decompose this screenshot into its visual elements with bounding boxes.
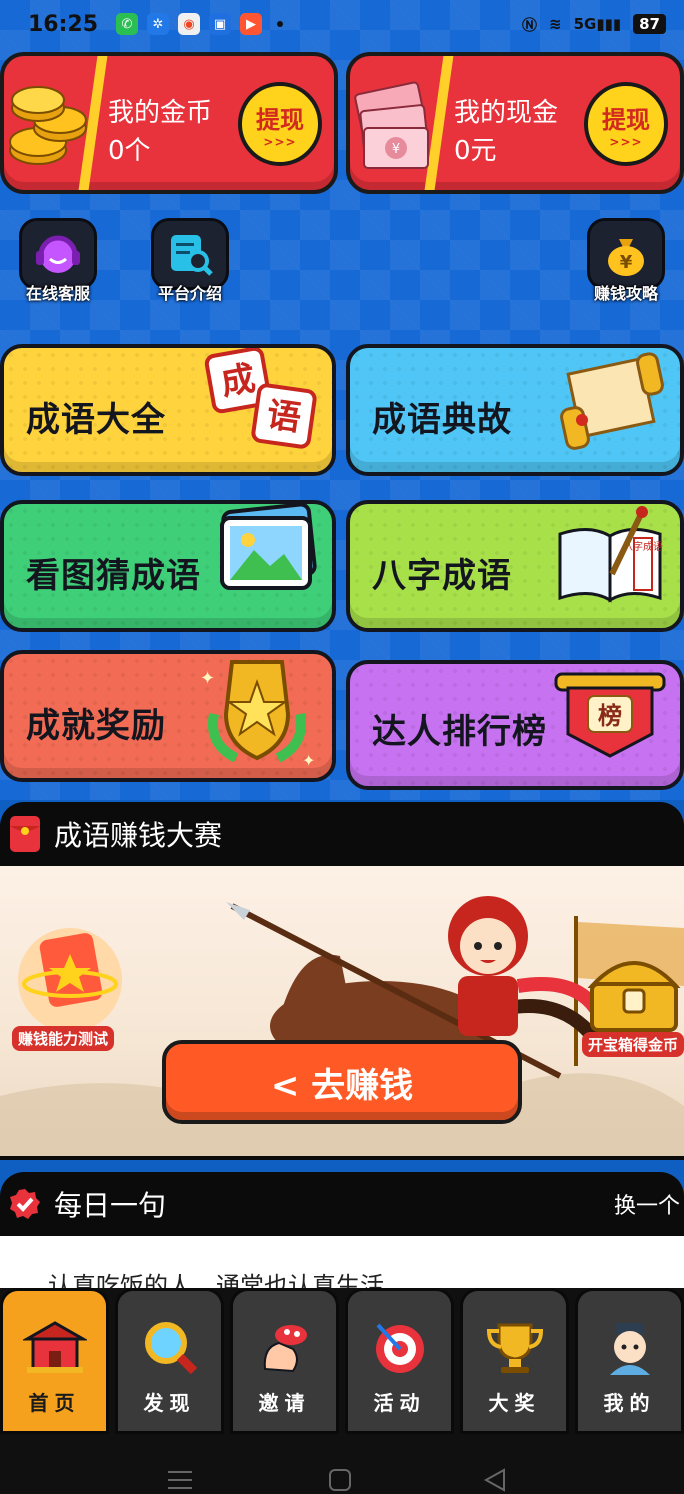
hand-mushroom-icon — [263, 1325, 307, 1373]
nav-activity-label: 活动 — [373, 1391, 426, 1415]
idiom-char-1: 成 — [218, 358, 258, 403]
palace-icon — [22, 1321, 87, 1373]
home-system-icon — [329, 1469, 351, 1491]
refresh-quote-button[interactable]: 换一个 — [614, 1188, 680, 1220]
menu-icon — [168, 1471, 192, 1489]
nav-prize-label: 大奖 — [488, 1391, 541, 1415]
system-nav-icons — [168, 1468, 505, 1492]
notification-dot-icon — [277, 21, 283, 27]
system-nav-bar — [0, 1438, 684, 1494]
coins-label: 我的金币 — [108, 98, 213, 128]
tile-label: 成语典故 — [372, 400, 512, 440]
network-type: 5G — [573, 15, 597, 33]
scroll-icon — [560, 352, 664, 450]
treasure-chest-tag[interactable]: 开宝箱得金币 — [582, 1032, 684, 1057]
contest-title: 成语赚钱大赛 — [54, 819, 223, 852]
cash-card[interactable]: ¥ 我的现金 0元 提现 >>> — [346, 52, 684, 194]
tile-label: 成语大全 — [26, 400, 166, 440]
signal-icon: 5G▮▮▮ — [573, 15, 622, 33]
status-bar: 16:25 ✆ ✲ ◉ ▣ ▶ Ⓝ ≋ 5G▮▮▮ 87 — [0, 0, 684, 48]
picture-icon — [220, 504, 317, 590]
earning-strategy-label: 赚钱攻略 — [593, 284, 658, 303]
coins-card[interactable]: 我的金币 0个 提现 >>> — [0, 52, 338, 194]
tile-label: 达人排行榜 — [372, 712, 547, 752]
sparkle-icon: ✦ — [302, 751, 315, 770]
bottom-navigation: 首页 发现 邀请 活动 大奖 我的 — [0, 1288, 684, 1438]
back-system-icon — [483, 1468, 505, 1492]
tile-idiom-collection[interactable]: 成语大全 成 语 — [0, 344, 336, 476]
tile-label: 看图猜成语 — [26, 556, 201, 596]
contest-banner: 赚钱能力测试 开宝箱得金币 < 去赚钱 — [0, 866, 684, 1160]
tile-eight-char-idioms[interactable]: 八字成语 八字成语 — [346, 500, 684, 632]
coins-withdraw-button[interactable]: 提现 >>> — [238, 82, 322, 166]
nav-prize[interactable]: 大奖 — [460, 1288, 569, 1434]
nav-discover-label: 发现 — [143, 1391, 196, 1415]
cash-symbol: ¥ — [392, 142, 400, 157]
idiom-blocks-icon: 成 语 — [204, 348, 317, 449]
tile-achievement-rewards[interactable]: 成就奖励 ✦ ✦ — [0, 650, 336, 782]
scholar-avatar-icon — [609, 1323, 650, 1375]
check-badge-icon — [10, 1189, 40, 1219]
rank-badge-text: 榜 — [598, 702, 622, 730]
wifi-icon: ≋ — [549, 15, 562, 33]
cash-withdraw-button[interactable]: 提现 >>> — [584, 82, 668, 166]
earning-strategy-button[interactable]: ¥ 赚钱攻略 — [586, 218, 666, 304]
status-time: 16:25 — [28, 11, 99, 37]
nfc-icon: Ⓝ — [522, 15, 538, 34]
withdraw-arrows: >>> — [263, 134, 297, 149]
online-service-label: 在线客服 — [25, 284, 90, 303]
contest-header: 成语赚钱大赛 — [0, 802, 684, 866]
daily-quote-body: 认真吃饭的人，通常也认真生活 — [0, 1236, 684, 1296]
nav-activity[interactable]: 活动 — [345, 1288, 454, 1434]
news-app-icon: ▣ — [209, 13, 231, 35]
platform-intro-label: 平台介绍 — [157, 284, 222, 303]
go-earn-button[interactable]: < 去赚钱 — [162, 1040, 522, 1124]
trophy-icon — [486, 1323, 543, 1373]
withdraw-label: 提现 — [602, 105, 650, 134]
nav-home-label: 首页 — [28, 1391, 81, 1415]
nav-invite-label: 邀请 — [258, 1391, 311, 1415]
wechat-icon: ✆ — [116, 13, 138, 35]
nav-discover[interactable]: 发现 — [115, 1288, 224, 1434]
withdraw-arrows: >>> — [609, 134, 643, 149]
pinwheel-app-icon: ✲ — [147, 13, 169, 35]
red-envelope-icon — [10, 816, 40, 852]
nav-invite[interactable]: 邀请 — [230, 1288, 339, 1434]
tile-guess-by-picture[interactable]: 看图猜成语 — [0, 500, 336, 632]
platform-intro-button[interactable]: 平台介绍 — [150, 218, 230, 304]
target-icon — [375, 1323, 424, 1373]
treasure-chest-icon — [587, 961, 681, 1032]
money-test-icon — [18, 928, 122, 1032]
book-brush-icon: 八字成语 — [558, 506, 663, 603]
withdraw-label: 提现 — [256, 105, 304, 134]
daily-quote-header: 每日一句 换一个 — [0, 1172, 684, 1236]
daily-quote-title: 每日一句 — [54, 1189, 167, 1222]
weibo-icon: ◉ — [178, 13, 200, 35]
magnifier-icon — [144, 1322, 197, 1375]
coins-value: 0个 — [108, 136, 151, 166]
nav-mine-label: 我的 — [603, 1391, 656, 1415]
nav-mine[interactable]: 我的 — [575, 1288, 684, 1434]
battery-icon: 87 — [633, 14, 666, 34]
sparkle-icon: ✦ — [200, 668, 215, 689]
cash-bills-icon: ¥ — [354, 81, 429, 169]
gold-coins-icon — [9, 86, 87, 165]
tile-label: 八字成语 — [372, 556, 512, 596]
cash-value: 0元 — [454, 136, 497, 166]
tile-leaderboard[interactable]: 达人排行榜 榜 — [346, 660, 684, 790]
idiom-char-2: 语 — [264, 395, 303, 439]
money-test-tag[interactable]: 赚钱能力测试 — [12, 1026, 115, 1051]
tile-idiom-allusions[interactable]: 成语典故 — [346, 344, 684, 476]
tile-label: 成就奖励 — [26, 706, 166, 746]
online-service-button[interactable]: 在线客服 — [18, 218, 98, 304]
star-badge-icon: ✦ ✦ — [200, 660, 315, 770]
ranking-banner-icon: 榜 — [554, 672, 666, 758]
nav-home[interactable]: 首页 — [0, 1288, 109, 1434]
cash-label: 我的现金 — [454, 98, 559, 128]
strategy-symbol: ¥ — [620, 252, 633, 273]
video-app-icon: ▶ — [240, 13, 262, 35]
